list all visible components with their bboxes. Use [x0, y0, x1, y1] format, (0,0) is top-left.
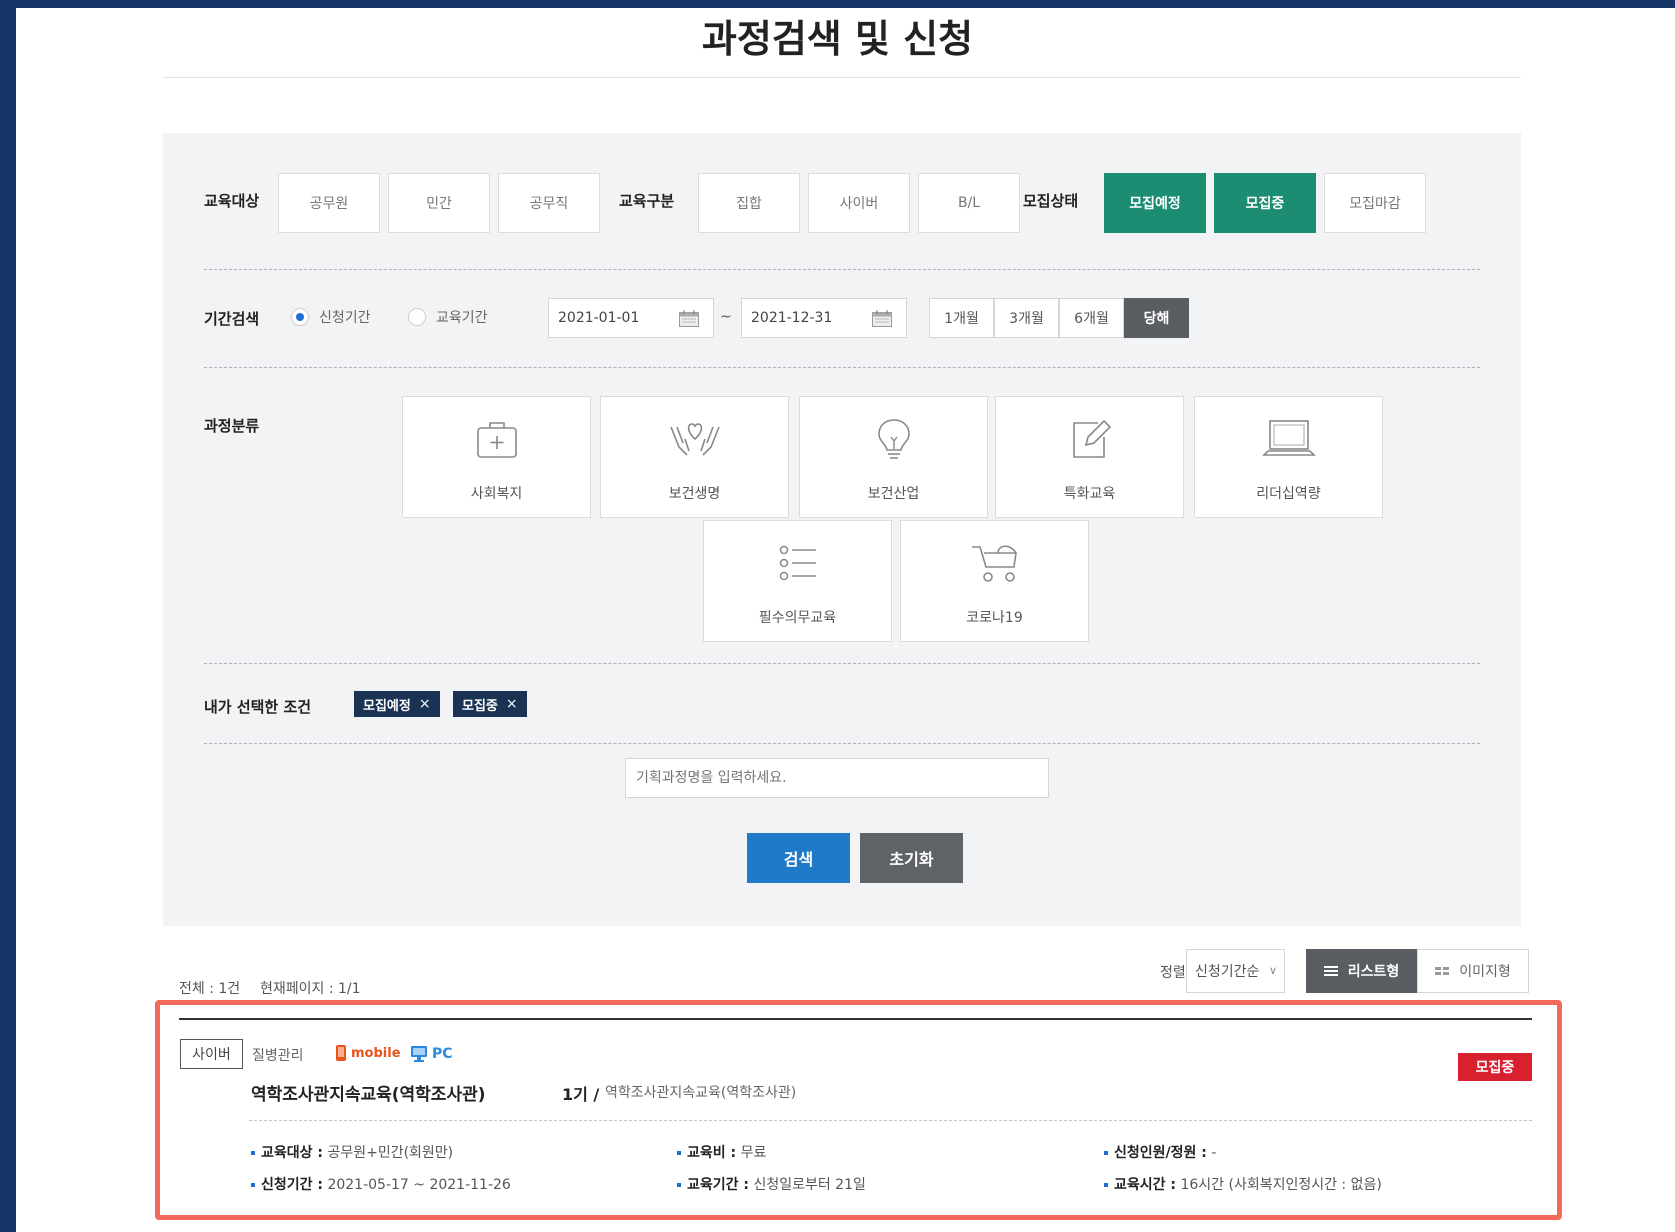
- status-label: 모집상태: [1023, 192, 1079, 210]
- target-label: 교육대상: [204, 192, 260, 210]
- end-date-field[interactable]: 2021-12-31: [741, 298, 907, 338]
- sort-value: 신청기간순: [1195, 964, 1260, 980]
- quick-3-months[interactable]: 3개월: [994, 298, 1059, 338]
- target-option-civil-servant[interactable]: 공무원: [278, 173, 380, 233]
- category-covid19[interactable]: 코로나19: [900, 520, 1089, 642]
- first-aid-kit-icon: [476, 422, 517, 458]
- row-divider: [204, 743, 1480, 744]
- row-divider: [204, 663, 1480, 664]
- radio-edu-label: 교육기간: [436, 310, 488, 326]
- quick-6-months[interactable]: 6개월: [1059, 298, 1124, 338]
- heart-hands-icon: [669, 423, 720, 456]
- title-divider: [163, 77, 1521, 78]
- row-divider: [204, 269, 1480, 270]
- sort-select[interactable]: 신청기간순 ∨: [1186, 949, 1285, 993]
- status-option-open[interactable]: 모집중: [1214, 173, 1316, 233]
- quick-this-year[interactable]: 당해: [1124, 298, 1189, 338]
- result-highlight-box: [155, 1000, 1562, 1220]
- lightbulb-icon: [877, 419, 910, 459]
- view-image-button[interactable]: 이미지형: [1417, 949, 1529, 993]
- view-list-label: 리스트형: [1347, 964, 1400, 980]
- category-name: 사회복지: [470, 486, 523, 502]
- grid-view-icon: [1435, 967, 1450, 975]
- chevron-down-icon: ∨: [1268, 964, 1277, 977]
- category-mandatory-education[interactable]: 필수의무교육: [703, 520, 892, 642]
- start-date-field[interactable]: 2021-01-01: [548, 298, 714, 338]
- laptop-icon: [1261, 420, 1316, 456]
- reset-button[interactable]: 초기화: [860, 833, 963, 883]
- page-title: 과정검색 및 신청: [701, 17, 974, 61]
- view-image-label: 이미지형: [1459, 964, 1511, 980]
- chip-label: 모집예정: [363, 698, 411, 714]
- target-option-private[interactable]: 민간: [388, 173, 490, 233]
- period-label: 기간검색: [204, 310, 260, 328]
- remove-icon[interactable]: ×: [419, 696, 431, 712]
- category-name: 코로나19: [966, 610, 1023, 626]
- search-button[interactable]: 검색: [747, 833, 850, 883]
- list-icon: [779, 545, 816, 581]
- start-date-value: 2021-01-01: [558, 310, 640, 326]
- type-option-group[interactable]: 집합: [698, 173, 800, 233]
- date-separator: ~: [720, 309, 732, 325]
- category-special-education[interactable]: 특화교육: [995, 396, 1184, 518]
- category-leadership[interactable]: 리더십역량: [1194, 396, 1383, 518]
- radio-apply-label: 신청기간: [319, 310, 371, 326]
- target-option-public-worker[interactable]: 공무직: [498, 173, 600, 233]
- total-count: 전체 : 1건: [179, 981, 241, 997]
- category-name: 리더십역량: [1256, 486, 1321, 502]
- type-label: 교육구분: [619, 192, 675, 210]
- type-option-cyber[interactable]: 사이버: [808, 173, 910, 233]
- category-name: 필수의무교육: [758, 610, 837, 626]
- list-view-icon: [1323, 966, 1338, 976]
- course-search-input[interactable]: [625, 758, 1049, 798]
- edit-icon: [1072, 419, 1111, 458]
- radio-edu-period[interactable]: 교육기간: [408, 307, 488, 327]
- calendar-icon[interactable]: [679, 310, 699, 327]
- view-list-button[interactable]: 리스트형: [1306, 949, 1417, 993]
- category-label: 과정분류: [204, 417, 260, 435]
- row-divider: [204, 367, 1480, 368]
- search-panel: 교육대상 공무원 민간 공무직 교육구분 집합 사이버 B/L 모집상태 모집예…: [163, 133, 1521, 926]
- category-name: 보건산업: [867, 486, 920, 502]
- remove-icon[interactable]: ×: [506, 696, 518, 712]
- radio-apply-period[interactable]: 신청기간: [291, 307, 371, 327]
- type-option-blended[interactable]: B/L: [918, 173, 1020, 233]
- selected-chip-upcoming[interactable]: 모집예정 ×: [354, 691, 440, 717]
- status-option-closed[interactable]: 모집마감: [1324, 173, 1426, 233]
- selected-conditions-label: 내가 선택한 조건: [204, 698, 312, 716]
- status-option-upcoming[interactable]: 모집예정: [1104, 173, 1206, 233]
- end-date-value: 2021-12-31: [751, 310, 833, 326]
- radio-unselected-indicator: [408, 308, 426, 326]
- radio-selected-indicator: [291, 308, 309, 326]
- quick-1-month[interactable]: 1개월: [929, 298, 994, 338]
- chip-label: 모집중: [462, 698, 498, 714]
- stroller-icon: [971, 545, 1017, 582]
- current-page: 현재페이지 : 1/1: [260, 981, 361, 997]
- calendar-icon[interactable]: [872, 310, 892, 327]
- category-social-welfare[interactable]: 사회복지: [402, 396, 591, 518]
- category-health-industry[interactable]: 보건산업: [799, 396, 988, 518]
- category-name: 보건생명: [668, 486, 721, 502]
- category-health-life[interactable]: 보건생명: [600, 396, 789, 518]
- selected-chip-open[interactable]: 모집중 ×: [453, 691, 527, 717]
- category-name: 특화교육: [1063, 486, 1116, 502]
